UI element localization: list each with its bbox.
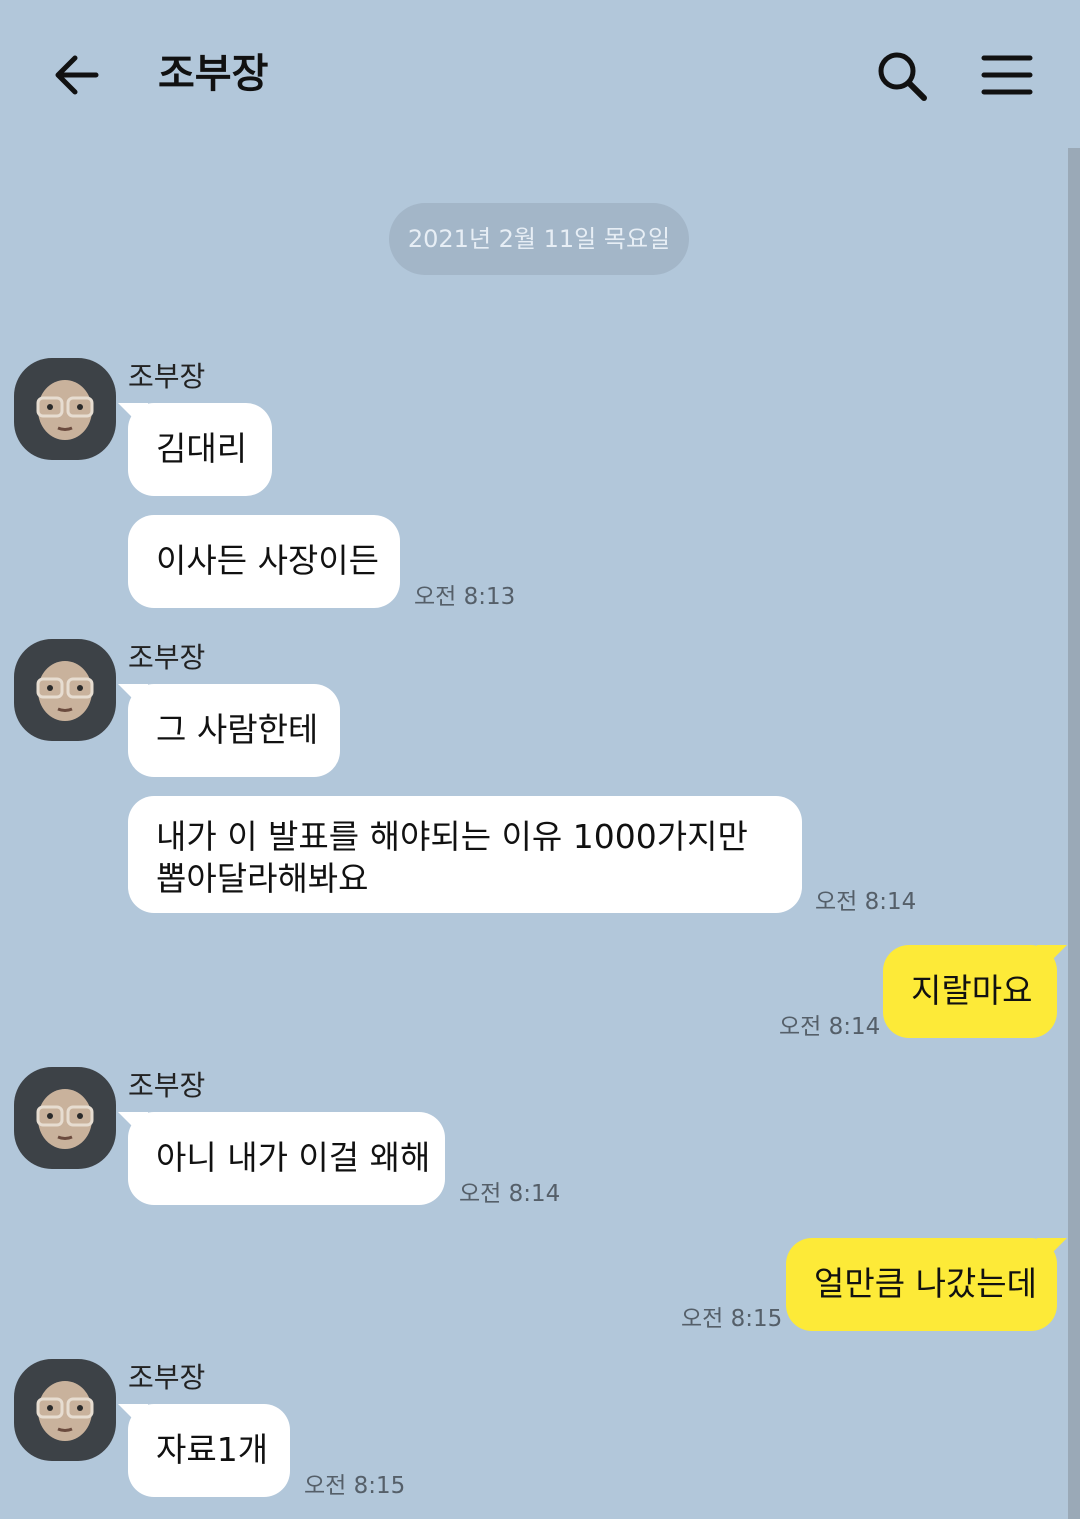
profile-photo <box>14 639 116 741</box>
message-line: 내가 이 발표를 해야되는 이유 1000가지만 <box>156 817 748 856</box>
avatar[interactable] <box>14 358 116 460</box>
message-time: 오전 8:14 <box>815 889 917 915</box>
message-time: 오전 8:15 <box>304 1473 406 1499</box>
profile-photo <box>14 1359 116 1461</box>
avatar[interactable] <box>14 1067 116 1169</box>
back-button[interactable] <box>46 46 106 106</box>
my-message-bubble[interactable]: 지랄마요 <box>883 945 1057 1038</box>
my-message-bubble[interactable]: 얼만큼 나갔는데 <box>786 1238 1057 1331</box>
message-bubble[interactable]: 김대리 <box>128 403 272 496</box>
sender-name: 조부장 <box>128 1069 206 1102</box>
chat-header: 조부장 <box>0 0 1080 150</box>
sender-name: 조부장 <box>128 360 206 393</box>
message-line: 뽑아달라해봐요 <box>156 859 369 898</box>
message-time: 오전 8:13 <box>414 584 516 610</box>
avatar[interactable] <box>14 1359 116 1461</box>
message-bubble[interactable]: 내가 이 발표를 해야되는 이유 1000가지만 뽑아달라해봐요 <box>128 796 802 913</box>
chat-title: 조부장 <box>158 51 269 97</box>
profile-photo <box>14 1067 116 1169</box>
message-bubble[interactable]: 아니 내가 이걸 왜해 <box>128 1112 445 1205</box>
message-bubble[interactable]: 이사든 사장이든 <box>128 515 400 608</box>
scrollbar[interactable] <box>1068 148 1080 1519</box>
message-time: 오전 8:14 <box>779 1014 881 1040</box>
message-bubble[interactable]: 자료1개 <box>128 1404 290 1497</box>
message-time: 오전 8:14 <box>459 1181 561 1207</box>
date-divider: 2021년 2월 11일 목요일 <box>389 203 689 275</box>
sender-name: 조부장 <box>128 1361 206 1394</box>
message-bubble[interactable]: 그 사람한테 <box>128 684 340 777</box>
avatar[interactable] <box>14 639 116 741</box>
message-time: 오전 8:15 <box>681 1306 783 1332</box>
search-icon <box>878 52 927 101</box>
arrow-left-icon <box>55 55 99 95</box>
sender-name: 조부장 <box>128 641 206 674</box>
search-button[interactable] <box>872 46 932 106</box>
menu-button[interactable] <box>978 46 1038 106</box>
profile-photo <box>14 358 116 460</box>
hamburger-menu-icon <box>981 55 1033 95</box>
